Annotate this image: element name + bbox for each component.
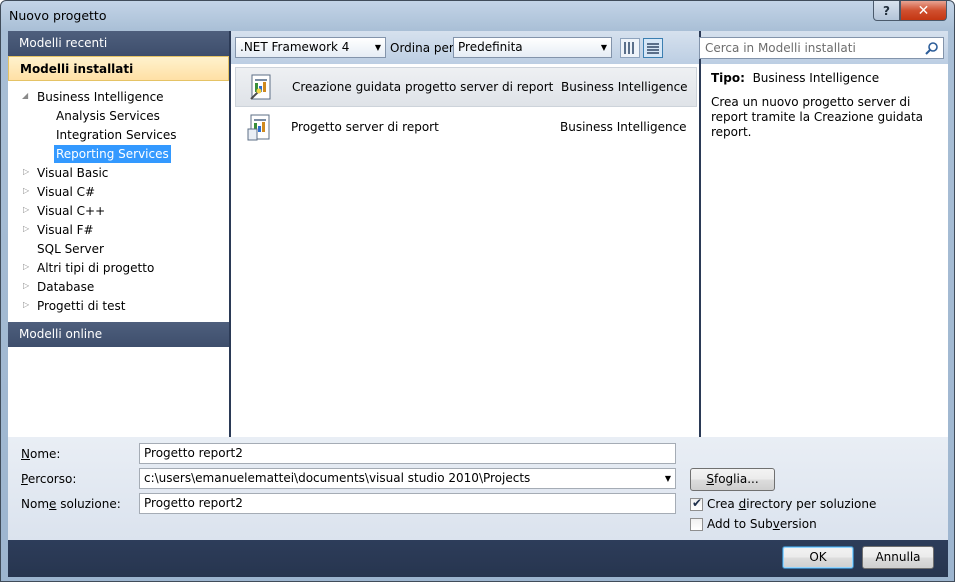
name-label: Nome: — [21, 447, 61, 461]
tree-item-integration-services[interactable]: Integration Services — [56, 126, 177, 144]
path-value: c:\users\emanuelemattei\documents\visual… — [144, 471, 531, 485]
small-icons-view-button[interactable] — [620, 38, 640, 58]
collapsed-arrow-icon[interactable]: ▷ — [23, 224, 29, 233]
checkmark-icon: ✔ — [692, 496, 703, 510]
collapsed-arrow-icon[interactable]: ▷ — [23, 262, 29, 271]
tree-item-other-project-types[interactable]: Altri tipi di progetto — [37, 259, 154, 277]
template-category: Business Intelligence — [560, 120, 687, 134]
solution-name-input[interactable]: Progetto report2 — [139, 493, 676, 514]
chevron-down-icon: ▼ — [600, 43, 607, 52]
template-description: Crea un nuovo progetto server di report … — [711, 95, 924, 139]
help-icon: ? — [883, 3, 890, 18]
tree-item-visual-cpp[interactable]: Visual C++ — [37, 202, 105, 220]
report-project-icon — [247, 114, 270, 141]
dialog-footer: OK Annulla — [8, 540, 948, 577]
tree-item-visual-fsharp[interactable]: Visual F# — [37, 221, 94, 239]
project-path-combo[interactable]: c:\users\emanuelemattei\documents\visual… — [139, 468, 676, 489]
tree-item-visual-basic[interactable]: Visual Basic — [37, 164, 108, 182]
dialog-client: Modelli recenti Modelli installati ◢ Bus… — [8, 31, 948, 577]
details-view-button[interactable] — [643, 38, 663, 58]
template-name: Progetto server di report — [291, 120, 439, 134]
template-info-panel: Cerca in Modelli installati Tipo: Busine… — [699, 31, 948, 437]
chevron-down-icon: ▼ — [374, 43, 381, 52]
project-settings-form: Nome: Progetto report2 Percorso: c:\user… — [8, 437, 948, 540]
report-wizard-icon — [250, 74, 271, 100]
chevron-down-icon[interactable]: ▼ — [665, 469, 671, 488]
template-item-report-server-project[interactable]: Progetto server di report Business Intel… — [235, 108, 697, 148]
tree-item-visual-csharp[interactable]: Visual C# — [37, 183, 95, 201]
tree-item-sql-server[interactable]: SQL Server — [37, 240, 104, 258]
ok-button[interactable]: OK — [782, 546, 854, 569]
type-value: Business Intelligence — [752, 71, 880, 85]
close-button[interactable]: ✕ — [900, 1, 947, 21]
close-icon: ✕ — [917, 2, 930, 19]
collapsed-arrow-icon[interactable]: ▷ — [23, 167, 29, 176]
template-type: Tipo: Business Intelligence — [711, 71, 879, 85]
search-placeholder: Cerca in Modelli installati — [705, 41, 856, 55]
collapsed-arrow-icon[interactable]: ▷ — [23, 205, 29, 214]
tree-item-analysis-services[interactable]: Analysis Services — [56, 107, 160, 125]
template-toolbar: .NET Framework 4 ▼ Ordina per: Predefini… — [231, 31, 699, 64]
project-name-input[interactable]: Progetto report2 — [139, 443, 676, 464]
add-to-subversion-label[interactable]: Add to Subversion — [707, 517, 817, 531]
tree-item-business-intelligence[interactable]: Business Intelligence — [37, 88, 164, 106]
tree-item-database[interactable]: Database — [37, 278, 94, 296]
template-list-panel: .NET Framework 4 ▼ Ordina per: Predefini… — [231, 31, 699, 437]
template-item-report-wizard[interactable]: Creazione guidata progetto server di rep… — [235, 67, 697, 107]
details-icon — [647, 42, 659, 54]
help-button[interactable]: ? — [873, 1, 900, 21]
collapsed-arrow-icon[interactable]: ▷ — [23, 300, 29, 309]
recent-templates-header[interactable]: Modelli recenti — [8, 31, 229, 56]
sort-select[interactable]: Predefinita ▼ — [453, 37, 612, 58]
search-bar-area: Cerca in Modelli installati — [699, 31, 948, 64]
title-bar[interactable]: Nuovo progetto ? ✕ — [1, 1, 954, 31]
tree-item-reporting-services[interactable]: Reporting Services — [54, 145, 171, 163]
tree-item-test-projects[interactable]: Progetti di test — [37, 297, 125, 315]
template-name: Creazione guidata progetto server di rep… — [292, 80, 554, 94]
type-label: Tipo: — [711, 71, 745, 85]
cancel-button[interactable]: Annulla — [862, 546, 934, 569]
add-to-subversion-checkbox[interactable] — [690, 518, 703, 531]
search-icon[interactable] — [925, 41, 939, 55]
collapsed-arrow-icon[interactable]: ▷ — [23, 281, 29, 290]
path-label: Percorso: — [21, 472, 77, 486]
sort-value: Predefinita — [458, 40, 523, 54]
browse-button[interactable]: Sfoglia... — [690, 468, 775, 491]
search-templates-input[interactable]: Cerca in Modelli installati — [699, 37, 944, 59]
template-category: Business Intelligence — [561, 80, 688, 94]
solution-name-label: Nome soluzione: — [21, 497, 121, 511]
create-directory-label[interactable]: Crea directory per soluzione — [707, 497, 876, 511]
window-title: Nuovo progetto — [9, 8, 107, 23]
online-templates-header[interactable]: Modelli online — [8, 322, 229, 347]
collapsed-arrow-icon[interactable]: ▷ — [23, 186, 29, 195]
framework-value: .NET Framework 4 — [240, 40, 350, 54]
small-icons-icon — [624, 42, 636, 54]
dialog-window: Nuovo progetto ? ✕ Modelli recenti Model… — [0, 0, 955, 582]
sort-label: Ordina per: — [390, 41, 458, 55]
expanded-arrow-icon[interactable]: ◢ — [22, 91, 28, 100]
template-source-panel: Modelli recenti Modelli installati ◢ Bus… — [8, 31, 229, 437]
installed-templates-header[interactable]: Modelli installati — [8, 56, 229, 81]
framework-select[interactable]: .NET Framework 4 ▼ — [235, 37, 386, 58]
create-directory-checkbox[interactable]: ✔ — [690, 496, 703, 511]
